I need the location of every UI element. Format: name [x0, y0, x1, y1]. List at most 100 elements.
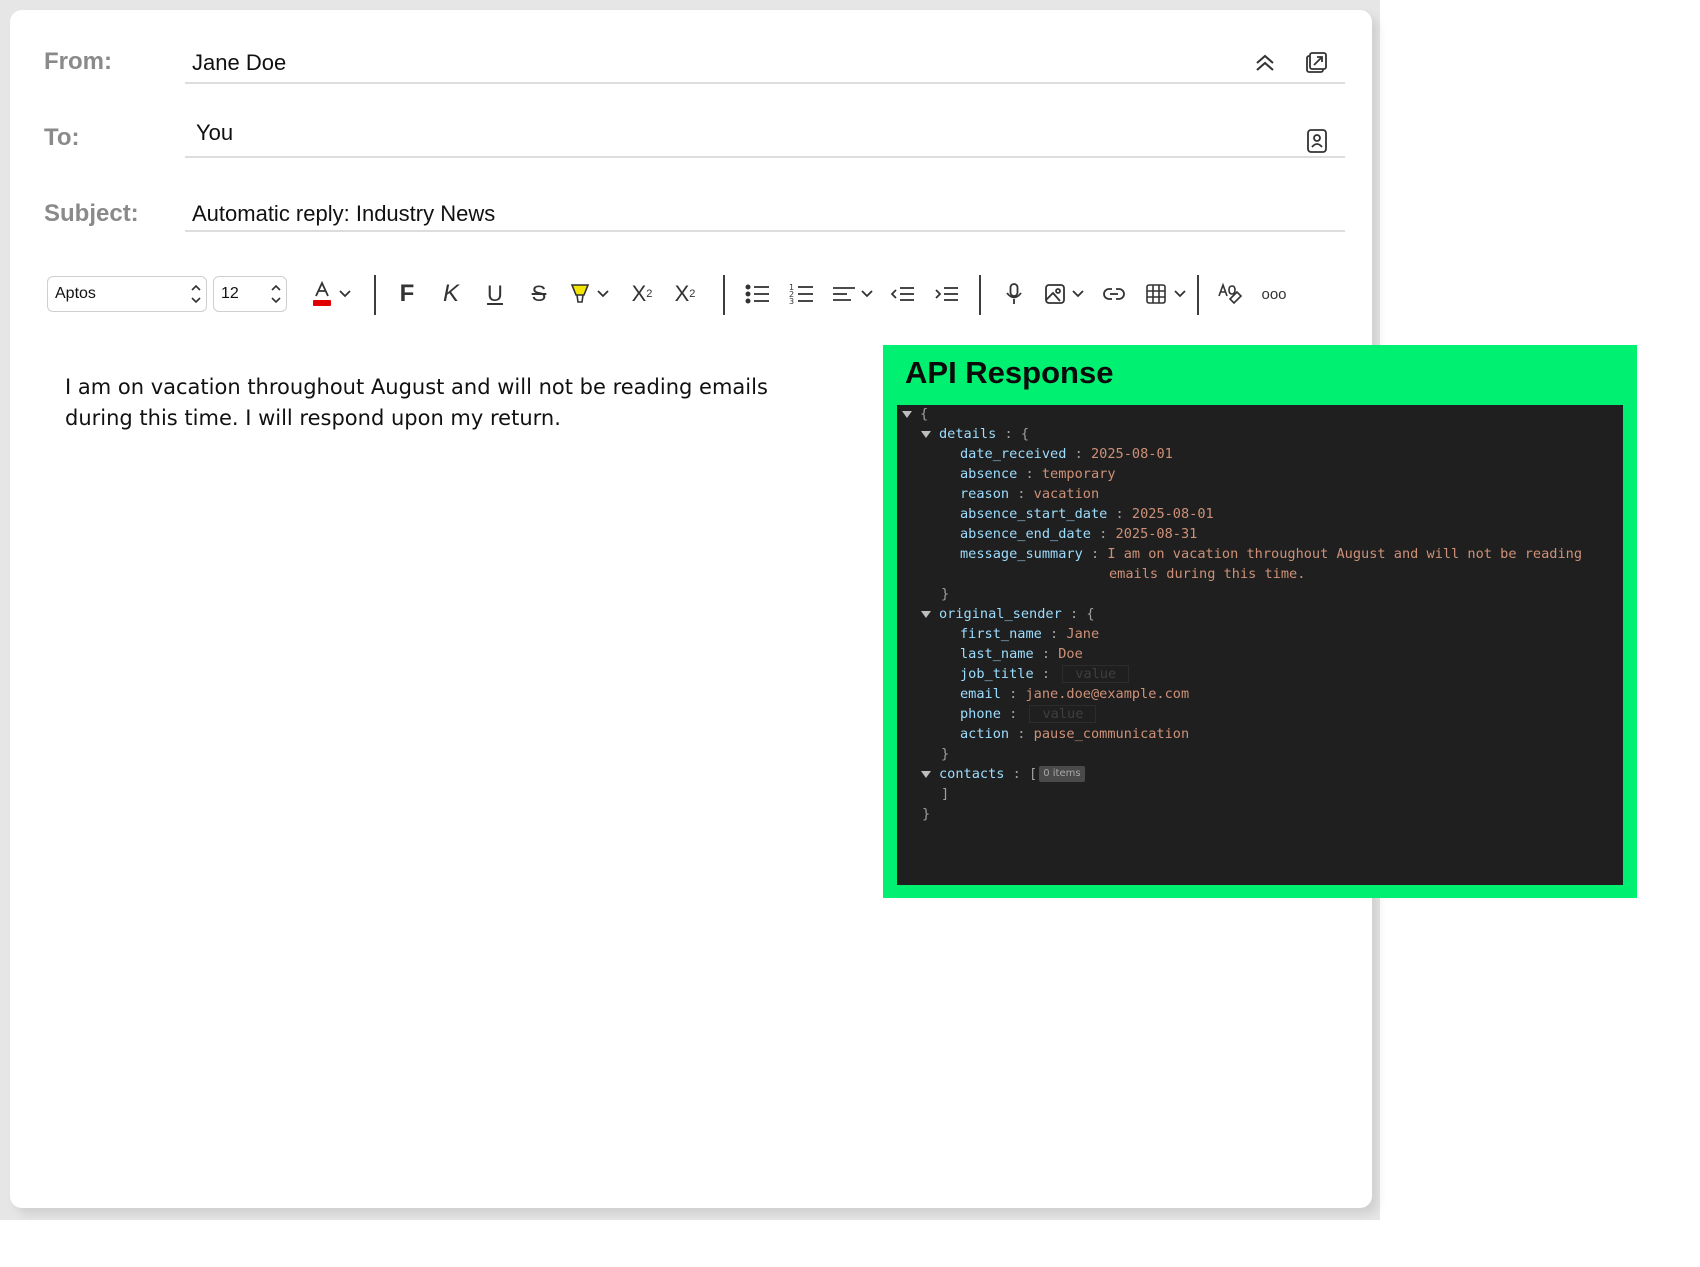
json-row: absence : temporary: [960, 466, 1116, 482]
toolbar-separator: [374, 275, 376, 315]
bold-button[interactable]: F: [392, 276, 422, 312]
toolbar-separator: [723, 275, 725, 315]
json-row: message_summary : I am on vacation throu…: [960, 546, 1583, 562]
chevron-up-double-icon: [1256, 54, 1274, 71]
highlight-button[interactable]: [567, 276, 593, 312]
collapse-caret-icon[interactable]: [921, 770, 931, 778]
subject-field[interactable]: Automatic reply: Industry News: [192, 201, 495, 227]
font-size-select[interactable]: 12: [213, 276, 287, 312]
outdent-button[interactable]: [886, 276, 920, 312]
dictate-button[interactable]: [997, 276, 1031, 312]
address-book-button[interactable]: [1300, 124, 1334, 158]
toolbar-separator: [1197, 275, 1199, 315]
contact-card-icon: [1307, 129, 1327, 153]
json-original-sender-close: }: [941, 746, 950, 762]
align-left-icon: [833, 287, 855, 301]
json-row: phone : value: [960, 704, 1097, 724]
highlight-dropdown[interactable]: [596, 276, 610, 312]
table-icon: [1146, 284, 1166, 304]
json-row: last_name : Doe: [960, 646, 1083, 662]
json-row: first_name : Jane: [960, 626, 1100, 642]
italic-button[interactable]: K: [436, 276, 466, 312]
bullet-list-button[interactable]: [741, 276, 775, 312]
formatting-toolbar: Aptos 12 F K U S X 2 X 2 1 2 3 ooo: [47, 268, 1347, 324]
message-line: during this time. I will respond upon my…: [65, 406, 561, 430]
microphone-icon: [1006, 283, 1022, 304]
to-divider: [185, 156, 1345, 158]
chevron-down-icon: [861, 290, 873, 298]
indent-icon: [935, 287, 958, 301]
json-contacts[interactable]: contacts : [0 items: [921, 764, 1085, 784]
subject-divider: [185, 230, 1345, 232]
json-viewer: { details : { date_received : 2025-08-01…: [897, 405, 1623, 885]
align-dropdown[interactable]: [860, 276, 874, 312]
json-row: reason : vacation: [960, 486, 1100, 502]
message-line: I am on vacation throughout August and w…: [65, 375, 768, 399]
numbered-list-icon: 1 2 3: [789, 283, 813, 306]
picture-icon: [1045, 284, 1065, 304]
numbered-list-button[interactable]: 1 2 3: [785, 276, 819, 312]
json-original-sender[interactable]: original_sender : {: [921, 604, 1095, 624]
json-root-open[interactable]: {: [902, 404, 928, 424]
json-contacts-close: ]: [941, 786, 950, 802]
collapse-caret-icon[interactable]: [902, 410, 912, 418]
underline-button[interactable]: U: [480, 276, 510, 312]
json-row: date_received : 2025-08-01: [960, 446, 1173, 462]
pop-out-icon: [1306, 52, 1327, 73]
spinner-icon: [191, 284, 201, 304]
indent-button[interactable]: [930, 276, 964, 312]
from-divider: [185, 82, 1345, 84]
json-row: job_title : value: [960, 664, 1130, 684]
subscript-button[interactable]: X2: [668, 276, 702, 312]
subscript-glyph: X: [674, 281, 690, 306]
table-dropdown[interactable]: [1173, 276, 1187, 312]
to-field[interactable]: You: [196, 120, 233, 146]
font-color-button[interactable]: [309, 276, 335, 312]
superscript-button[interactable]: X2: [625, 276, 659, 312]
font-family-select[interactable]: Aptos: [47, 276, 207, 312]
chevron-down-icon: [597, 290, 609, 298]
align-button[interactable]: [830, 276, 858, 312]
insert-link-button[interactable]: [1097, 276, 1131, 312]
insert-table-button[interactable]: [1142, 276, 1170, 312]
subject-label: Subject:: [44, 200, 139, 227]
json-row: email : jane.doe@example.com: [960, 686, 1190, 702]
collapse-header-button[interactable]: [1248, 46, 1282, 80]
subscript-mark: 2: [689, 288, 696, 300]
font-size-value: 12: [221, 285, 239, 302]
api-response-title: API Response: [905, 355, 1114, 390]
font-color-dropdown[interactable]: [338, 276, 352, 312]
item-count-badge: 0 items: [1039, 766, 1085, 782]
link-icon: [1103, 288, 1125, 300]
font-color-icon: [313, 280, 331, 306]
superscript-glyph: X: [631, 281, 647, 306]
strikethrough-button[interactable]: S: [524, 276, 554, 312]
highlighter-icon: [570, 284, 590, 303]
json-row: absence_start_date : 2025-08-01: [960, 506, 1214, 522]
json-row: action : pause_communication: [960, 726, 1190, 742]
toolbar-separator: [979, 275, 981, 315]
picture-dropdown[interactable]: [1071, 276, 1085, 312]
outdent-icon: [890, 287, 914, 301]
empty-value-placeholder: value: [1029, 705, 1097, 723]
json-details[interactable]: details : {: [921, 424, 1029, 444]
pop-out-button[interactable]: [1299, 46, 1333, 80]
superscript-mark: 2: [646, 288, 653, 300]
message-body[interactable]: I am on vacation throughout August and w…: [65, 372, 785, 434]
from-field[interactable]: Jane Doe: [192, 50, 286, 76]
spinner-icon: [271, 284, 281, 304]
editor-button[interactable]: [1213, 276, 1247, 312]
svg-text:3: 3: [789, 297, 794, 306]
from-label: From:: [44, 48, 112, 75]
more-options-button[interactable]: ooo: [1257, 276, 1291, 312]
chevron-down-icon: [1072, 290, 1084, 298]
bullet-list-icon: [745, 284, 769, 304]
json-root-close: }: [922, 806, 931, 822]
json-row-continuation: emails during this time.: [1109, 566, 1306, 582]
collapse-caret-icon[interactable]: [921, 610, 931, 618]
json-details-close: }: [941, 586, 950, 602]
insert-picture-button[interactable]: [1041, 276, 1069, 312]
collapse-caret-icon[interactable]: [921, 430, 931, 438]
empty-value-placeholder: value: [1062, 665, 1130, 683]
to-label: To:: [44, 124, 80, 151]
